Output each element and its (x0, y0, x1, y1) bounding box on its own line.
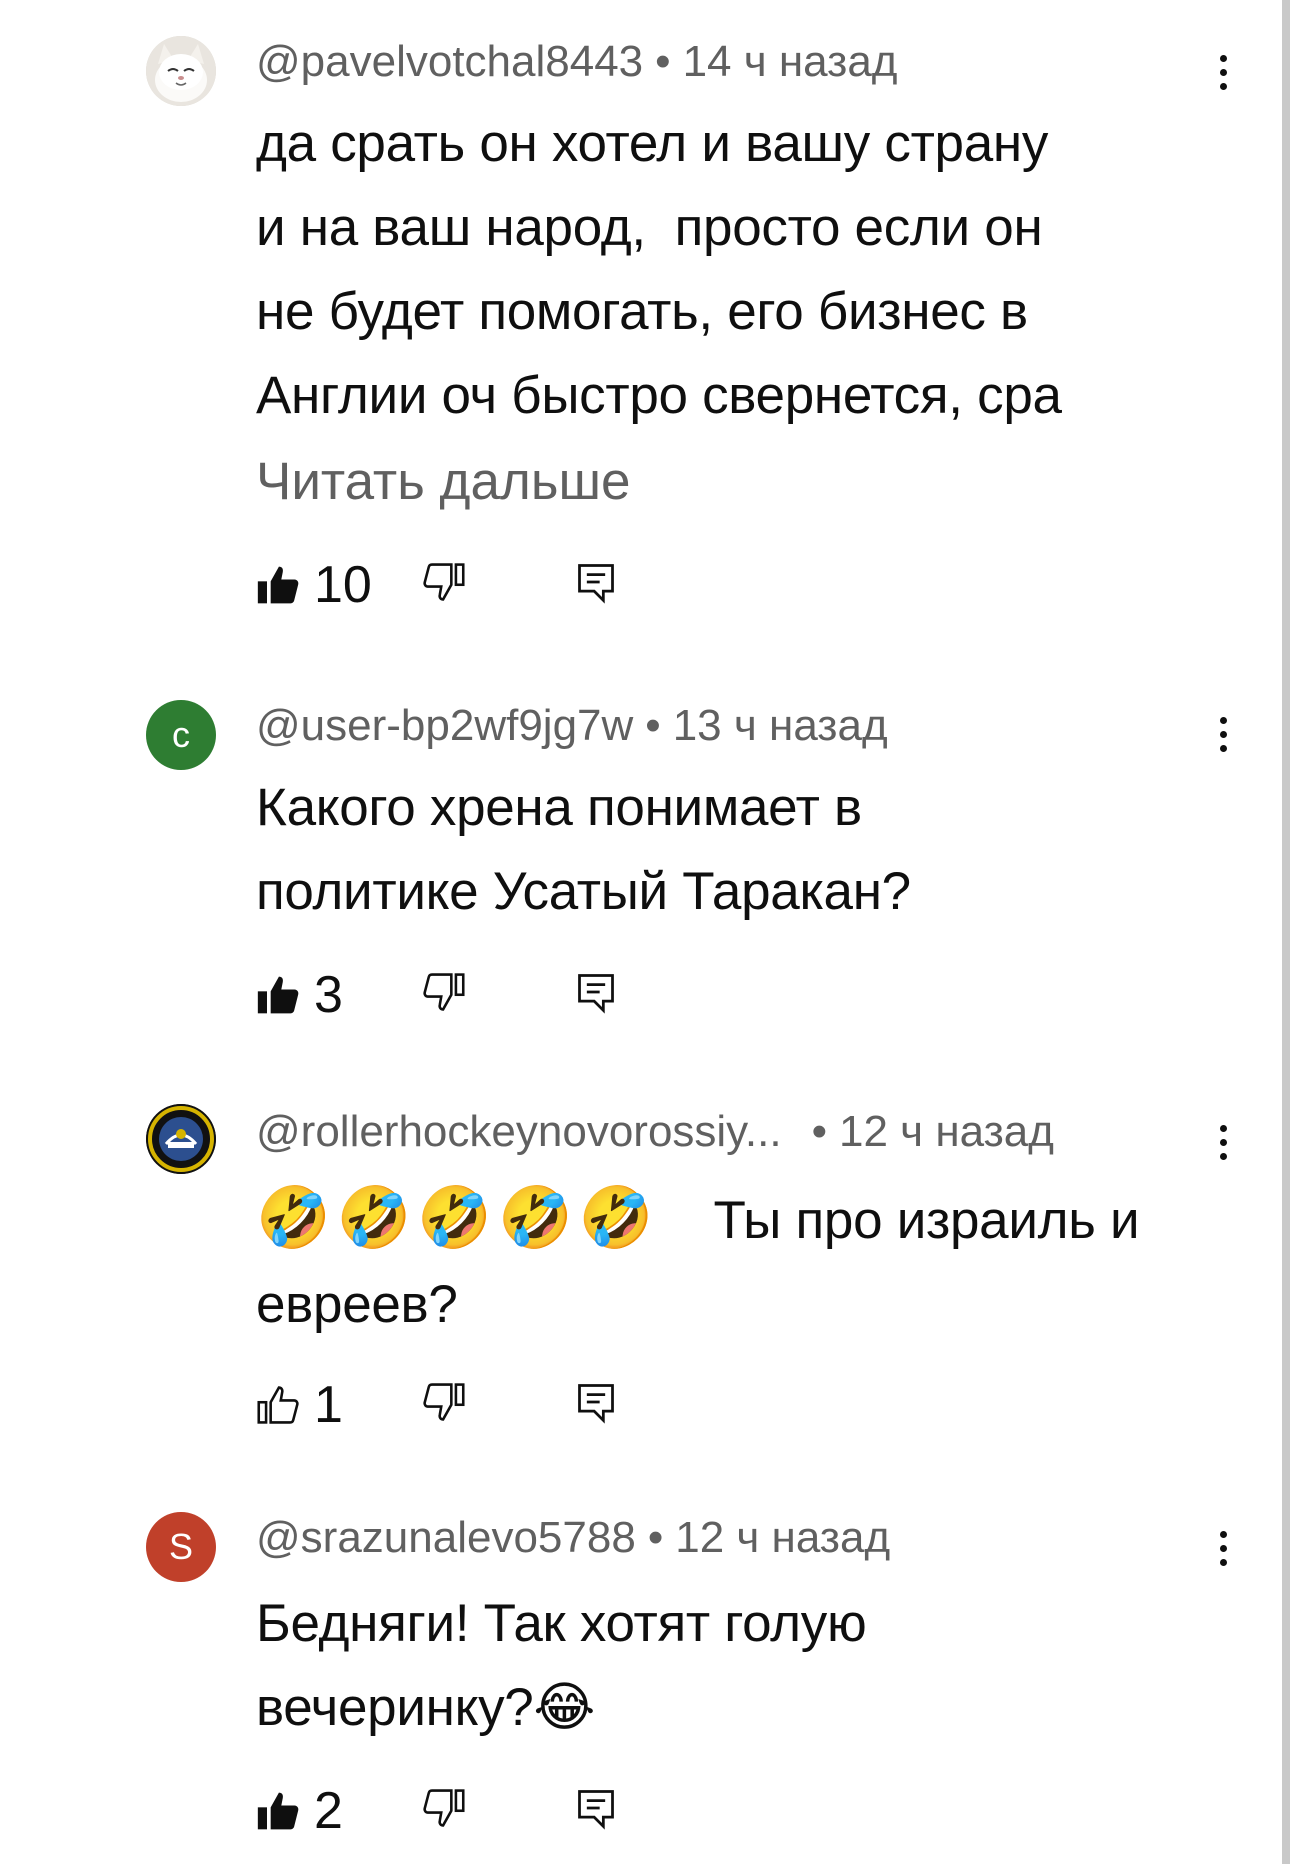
thumbs-down-icon (423, 973, 465, 1011)
comment-meta: @user-bp2wf9jg7w • 13 ч назад (256, 696, 888, 756)
comment-line: да срать он хотел и вашу страну (256, 114, 1049, 173)
like-count: 10 (314, 556, 372, 614)
separator-dot: • (655, 37, 671, 86)
comment-text: Какого хрена понимает в политике Усатый … (256, 766, 1216, 934)
comment-line: не будет помогать, его бизнес в (256, 282, 1028, 341)
more-vertical-icon (1219, 1124, 1227, 1132)
comment-actions: 3 (256, 960, 656, 1030)
comment-time[interactable]: 13 ч назад (673, 701, 888, 750)
thumbs-up-icon (257, 1792, 299, 1830)
reply-button[interactable] (574, 1786, 624, 1836)
thumbs-down-icon (423, 1383, 465, 1421)
comment-author[interactable]: @pavelvotchal8443 (256, 37, 643, 86)
dislike-button[interactable] (422, 1786, 472, 1836)
separator-dot: • (645, 701, 661, 750)
comment-text: Бедняги! Так хотят голую вечеринку?😂 (256, 1582, 1216, 1750)
avatar[interactable]: с (146, 700, 216, 770)
like-button[interactable]: 1 (256, 1370, 343, 1440)
more-vertical-icon (1219, 1530, 1227, 1538)
comment-menu-button[interactable] (1208, 1518, 1238, 1578)
reply-icon (578, 1790, 614, 1830)
thumbs-up-icon (257, 566, 299, 604)
comment-time[interactable]: 12 ч назад (675, 1513, 890, 1562)
avatar[interactable]: S (146, 1512, 216, 1582)
reply-button[interactable] (574, 1380, 624, 1430)
comment-time[interactable]: 14 ч назад (683, 37, 898, 86)
avatar[interactable] (146, 36, 216, 106)
reply-button[interactable] (574, 560, 624, 610)
like-count: 1 (314, 1376, 343, 1434)
comment-line: Какого хрена понимает в (256, 778, 862, 837)
scrollbar[interactable] (1282, 0, 1290, 1864)
like-button[interactable]: 10 (256, 550, 372, 620)
avatar-letter: с (172, 714, 190, 755)
comment-menu-button[interactable] (1208, 704, 1238, 764)
separator-dot: • (647, 1513, 664, 1562)
like-count: 2 (314, 1782, 343, 1840)
comment-line: Англии оч быстро свернется, сра (256, 366, 1062, 425)
comment-author[interactable]: @srazunalevo5788 (256, 1513, 636, 1562)
reply-button[interactable] (574, 970, 624, 1020)
comment-line: 🤣🤣🤣🤣🤣 Ты про израиль и (256, 1176, 1216, 1263)
comment-menu-button[interactable] (1208, 1112, 1238, 1172)
reply-icon (578, 974, 614, 1014)
comment-meta: @pavelvotchal8443 • 14 ч назад (256, 32, 897, 92)
comment-time[interactable]: 12 ч назад (839, 1107, 1054, 1156)
separator-dot: • (811, 1107, 827, 1156)
comment-line: евреев? (256, 1275, 458, 1334)
thumbs-down-icon (423, 563, 465, 601)
like-button[interactable]: 3 (256, 960, 343, 1030)
like-button[interactable]: 2 (256, 1776, 343, 1846)
dislike-button[interactable] (422, 1380, 472, 1430)
comment-line: Бедняги! Так хотят голую (256, 1594, 867, 1653)
thumbs-up-outline-icon (257, 1386, 299, 1424)
cat-avatar-icon (146, 36, 216, 106)
comment-actions: 2 (256, 1776, 656, 1846)
rofl-emoji: 🤣🤣🤣🤣🤣 (256, 1184, 660, 1251)
more-vertical-icon (1219, 54, 1227, 62)
comment-line-text: Ты про израиль и (713, 1191, 1140, 1250)
comment-meta: @srazunalevo5788 • 12 ч назад (256, 1508, 890, 1568)
reply-icon (578, 564, 614, 604)
comment-actions: 1 (256, 1370, 656, 1440)
hockey-club-logo-icon (146, 1104, 216, 1174)
comment-line: политике Усатый Таракан? (256, 862, 911, 921)
read-more-link[interactable]: Читать дальше (256, 440, 630, 524)
more-vertical-icon (1219, 716, 1227, 724)
thumbs-up-icon (257, 976, 299, 1014)
comment-text: да срать он хотел и вашу страну и на ваш… (256, 102, 1216, 438)
comment-meta: @rollerhockeynovorossiy... • 12 ч назад (256, 1102, 1054, 1162)
comment-line: и на ваш народ, просто если он (256, 198, 1043, 257)
comment-line: вечеринку?😂 (256, 1678, 596, 1737)
reply-icon (578, 1384, 614, 1424)
comment-actions: 10 (256, 550, 656, 620)
dislike-button[interactable] (422, 560, 472, 610)
comment-author[interactable]: @user-bp2wf9jg7w (256, 701, 633, 750)
comment-author[interactable]: @rollerhockeynovorossiy... (256, 1107, 782, 1156)
thumbs-down-icon (423, 1789, 465, 1827)
comment-text: 🤣🤣🤣🤣🤣 Ты про израиль и евреев? (256, 1176, 1216, 1347)
avatar[interactable] (146, 1104, 216, 1174)
like-count: 3 (314, 966, 343, 1024)
dislike-button[interactable] (422, 970, 472, 1020)
avatar-letter: S (168, 1526, 193, 1567)
comment-menu-button[interactable] (1208, 42, 1238, 102)
